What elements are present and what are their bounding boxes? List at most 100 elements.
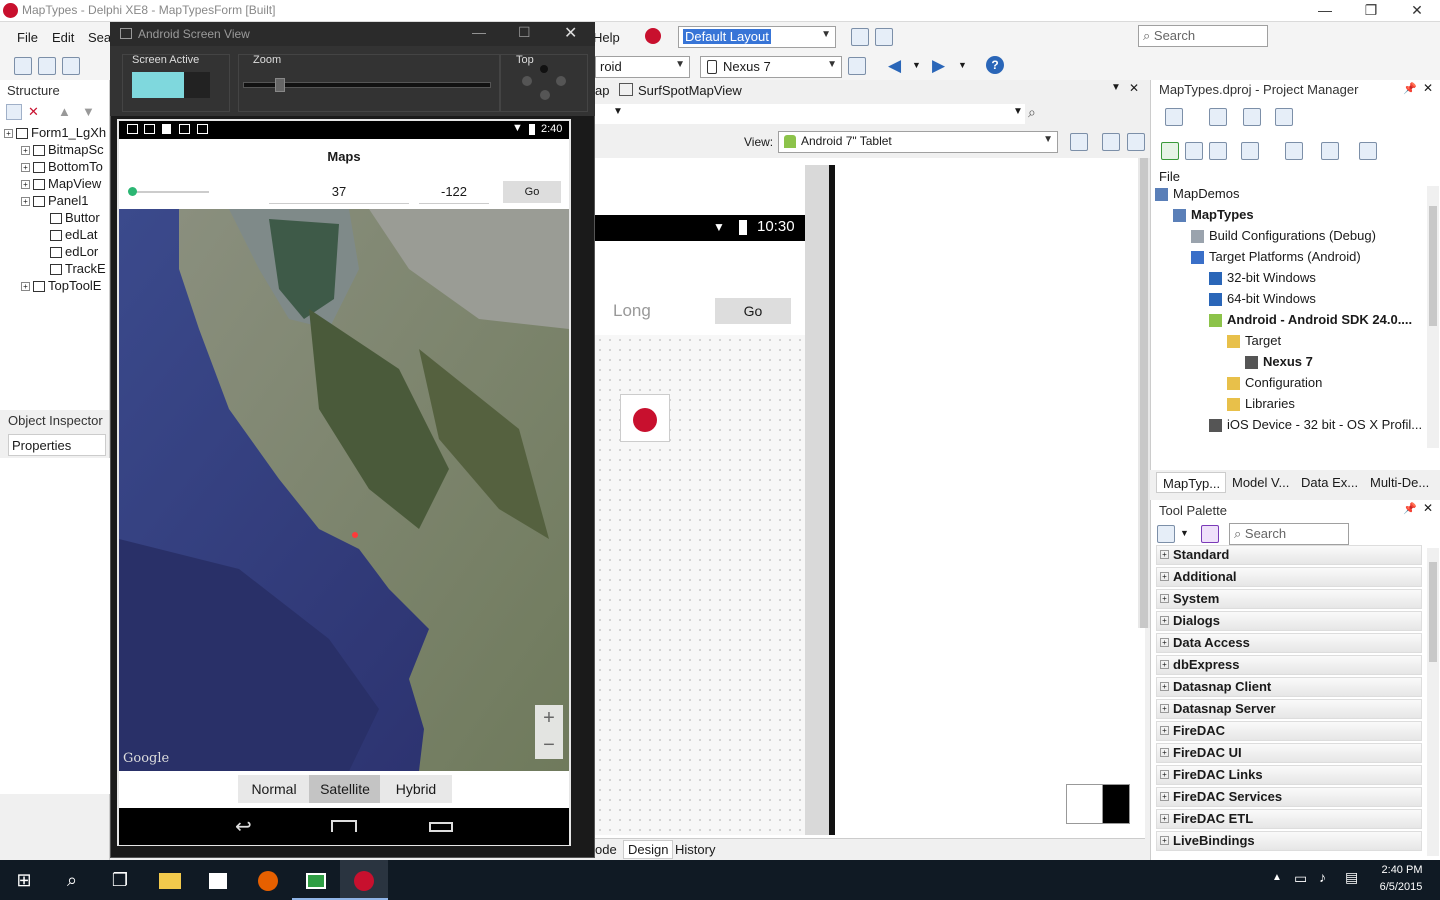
recent-apps-icon[interactable] <box>429 822 453 832</box>
app-window-icon[interactable] <box>292 860 340 900</box>
tab-hybrid[interactable]: Hybrid <box>380 775 452 803</box>
expand-icon[interactable]: + <box>1160 594 1169 603</box>
chevron-down-icon[interactable]: ▼ <box>1111 82 1121 93</box>
back-arrow-icon[interactable]: ◀ <box>888 56 901 76</box>
palette-category[interactable]: + FireDAC ETL <box>1156 809 1422 829</box>
expand-icon[interactable] <box>1185 142 1203 160</box>
remove-view-icon[interactable] <box>1070 133 1088 151</box>
delete-view-icon[interactable] <box>1127 133 1145 151</box>
back-icon[interactable]: ↩ <box>235 814 252 839</box>
device-preview-icon[interactable] <box>848 57 866 75</box>
delphi-taskbar-icon[interactable] <box>340 860 388 900</box>
tablet-go-button[interactable]: Go <box>715 298 791 324</box>
expand-icon[interactable]: + <box>1160 572 1169 581</box>
pin-icon[interactable]: 📌 <box>1403 82 1417 95</box>
palette-category[interactable]: + dbExpress <box>1156 655 1422 675</box>
project-tree-scrollbar[interactable] <box>1427 186 1439 448</box>
menu-search[interactable]: Sea <box>88 30 111 45</box>
close-panel-icon[interactable]: ✕ <box>1423 81 1433 95</box>
palette-category[interactable]: + FireDAC Links <box>1156 765 1422 785</box>
designer-tab-surfspot[interactable]: SurfSpotMapView <box>638 83 742 98</box>
screen-active-toggle[interactable] <box>132 72 210 98</box>
project-tree-item[interactable]: Nexus 7 <box>1245 354 1313 370</box>
expand-icon[interactable]: + <box>21 197 30 207</box>
go-button[interactable]: Go <box>503 181 561 203</box>
dpad-down-icon[interactable] <box>540 90 550 100</box>
tablet-long-field[interactable]: Long <box>613 301 651 321</box>
scrollbar-thumb[interactable] <box>1429 206 1437 326</box>
down-arrow-icon[interactable]: ▼ <box>82 104 95 119</box>
palette-category[interactable]: + FireDAC UI <box>1156 743 1422 763</box>
refresh-icon[interactable] <box>1161 142 1179 160</box>
scrollbar-thumb[interactable] <box>1429 562 1437 662</box>
structure-item[interactable]: + Panel1 <box>21 193 88 208</box>
device-combo[interactable]: Nexus 7 ▼ <box>700 56 842 78</box>
structure-item[interactable]: + BottomTo <box>21 159 103 174</box>
menu-edit[interactable]: Edit <box>52 30 74 45</box>
network-icon[interactable]: ▭ <box>1294 870 1307 887</box>
expand-icon[interactable]: + <box>4 129 13 139</box>
close-tab-icon[interactable]: ✕ <box>1129 81 1139 95</box>
sort-icon[interactable] <box>1241 142 1259 160</box>
map-component[interactable] <box>620 394 670 442</box>
palette-category[interactable]: + Data Access <box>1156 633 1422 653</box>
project-tree-item[interactable]: Libraries <box>1227 396 1295 412</box>
expand-icon[interactable]: + <box>1160 836 1169 845</box>
dpad-left-icon[interactable] <box>522 76 532 86</box>
designer-tab-unit[interactable]: ap <box>595 83 609 98</box>
home-icon[interactable] <box>331 820 357 832</box>
palette-scrollbar[interactable] <box>1427 548 1439 856</box>
expand-icon[interactable]: + <box>1160 726 1169 735</box>
satellite-map[interactable]: + − Google <box>119 209 569 771</box>
structure-item[interactable]: + BitmapSc <box>21 142 104 157</box>
help-icon[interactable]: ? <box>986 56 1004 74</box>
track-bar-thumb[interactable] <box>128 187 137 196</box>
pin-icon[interactable]: 📌 <box>1403 502 1417 515</box>
project-tree-item[interactable]: 32-bit Windows <box>1209 270 1316 286</box>
structure-item[interactable]: edLor <box>38 244 98 259</box>
maximize-button[interactable]: ❐ <box>1348 0 1394 22</box>
save-icon[interactable] <box>62 57 80 75</box>
delete-icon[interactable]: ✕ <box>28 104 39 120</box>
structure-item[interactable]: + Form1_LgXh <box>4 125 106 140</box>
chevron-down-icon[interactable]: ▼ <box>958 60 967 70</box>
clock-date[interactable]: 6/5/2015 <box>1374 881 1428 893</box>
expand-icon[interactable]: + <box>1160 682 1169 691</box>
search-icon[interactable]: ⌕ <box>1028 104 1036 121</box>
expand-icon[interactable]: + <box>21 146 30 156</box>
dpad-center-icon[interactable] <box>540 65 548 73</box>
clock-time[interactable]: 2:40 PM <box>1378 864 1426 876</box>
dpad-right-icon[interactable] <box>556 76 566 86</box>
map-zoom-out-button[interactable]: − <box>535 733 563 759</box>
expand-icon[interactable]: + <box>1160 814 1169 823</box>
palette-category[interactable]: + Standard <box>1156 545 1422 565</box>
asv-close-button[interactable]: ✕ <box>564 23 577 43</box>
link-view-icon[interactable] <box>1102 133 1120 151</box>
tab-code[interactable]: ode <box>595 842 617 857</box>
structure-toolbar-icon[interactable] <box>6 104 22 120</box>
zoom-slider-thumb[interactable] <box>275 78 285 92</box>
project-tree-item[interactable]: MapDemos <box>1155 186 1239 202</box>
properties-grid[interactable] <box>0 458 110 794</box>
expand-icon[interactable]: + <box>1160 616 1169 625</box>
project-tree-item[interactable]: Android - Android SDK 24.0.... <box>1209 312 1412 328</box>
structure-item[interactable]: + TopToolE <box>21 278 101 293</box>
close-button[interactable]: ✕ <box>1394 0 1440 22</box>
structure-item[interactable]: TrackE <box>38 261 106 276</box>
sync-icon[interactable] <box>1359 142 1377 160</box>
expand-icon[interactable]: + <box>1160 748 1169 757</box>
expand-icon[interactable]: + <box>1160 770 1169 779</box>
windows-start-icon[interactable]: ⊞ <box>0 860 48 900</box>
set-debug-desktop-icon[interactable] <box>875 28 893 46</box>
tab-normal[interactable]: Normal <box>238 775 310 803</box>
component-icon[interactable] <box>1201 525 1219 543</box>
properties-tab[interactable]: Properties <box>8 434 106 456</box>
tab-satellite[interactable]: Satellite <box>309 775 381 803</box>
palette-category[interactable]: + Datasnap Server <box>1156 699 1422 719</box>
tray-overflow-icon[interactable]: ▲ <box>1272 872 1282 883</box>
expand-icon[interactable]: + <box>1160 704 1169 713</box>
expand-icon[interactable]: + <box>1160 792 1169 801</box>
tab-maptypes[interactable]: MapTyp... <box>1156 472 1226 493</box>
firefox-icon[interactable] <box>244 860 292 900</box>
collapse-icon[interactable] <box>1209 142 1227 160</box>
